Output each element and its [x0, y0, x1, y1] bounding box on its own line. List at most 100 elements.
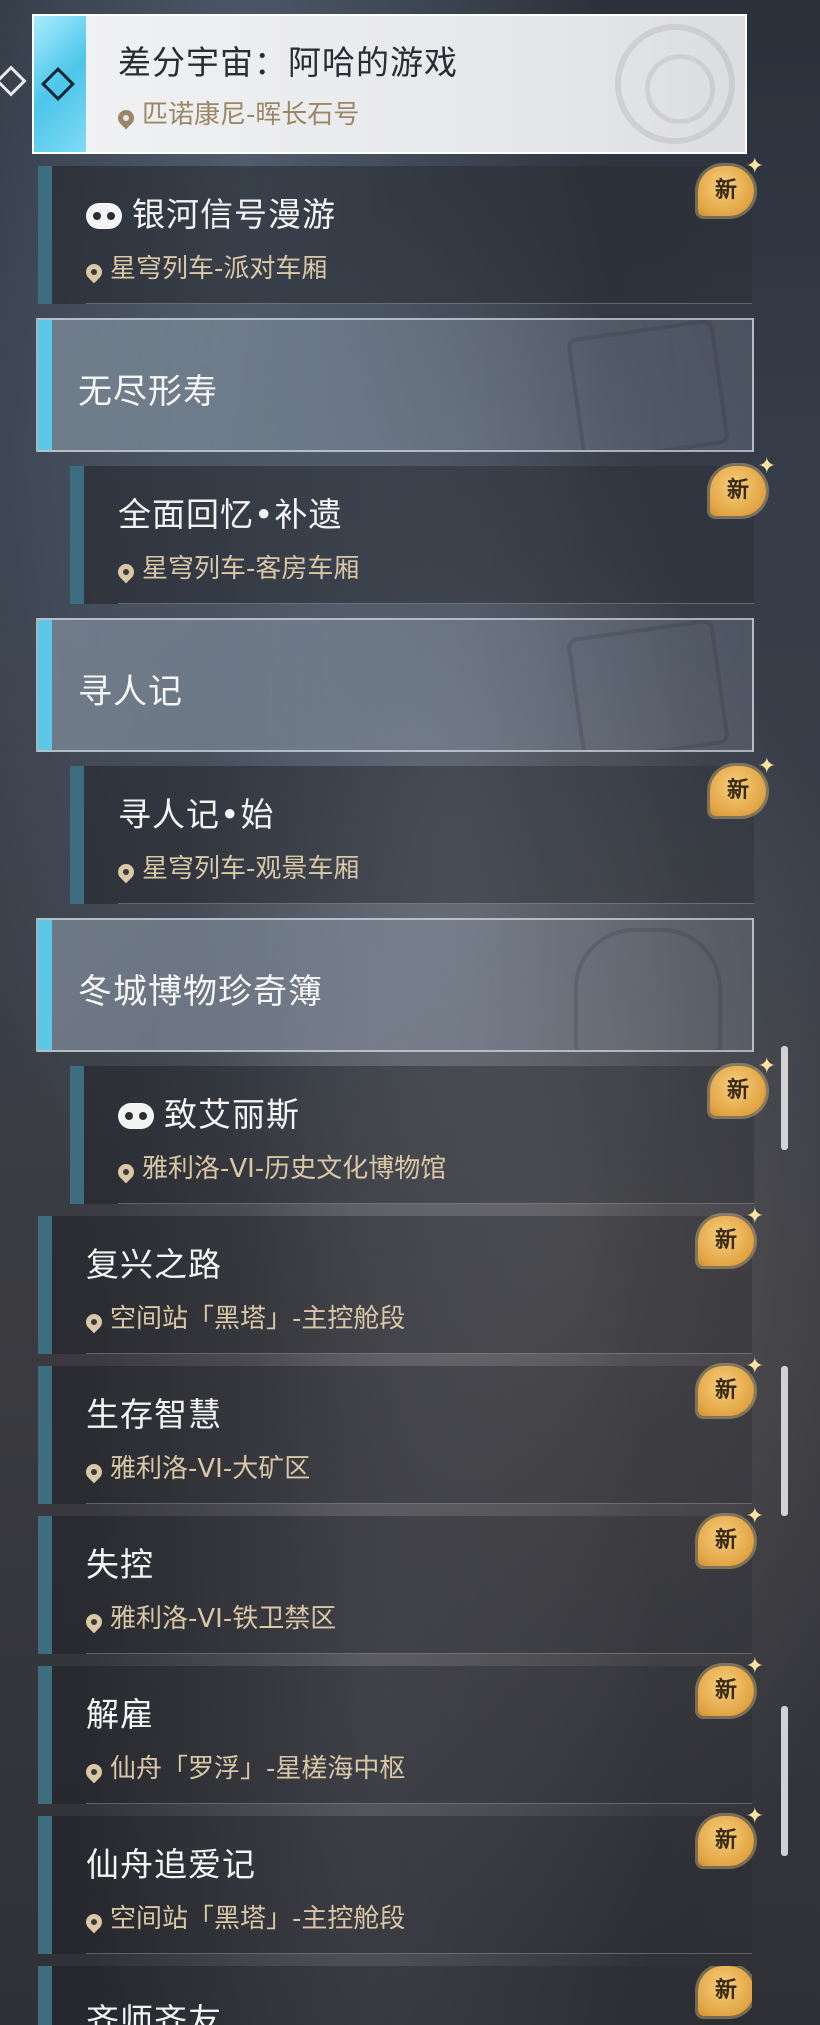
- item-bar: [38, 1966, 52, 2025]
- category-bar: [38, 920, 52, 1050]
- quest-title: 致艾丽斯: [118, 1088, 300, 1136]
- quest-list: 差分宇宙：阿哈的游戏 匹诺康尼-晖长石号 银河信号漫游 星穹列车-派对车厢 新 ✦…: [0, 0, 820, 2025]
- selected-location-text: 匹诺康尼-晖长石号: [142, 100, 360, 130]
- quest-title: 寻人记•始: [118, 795, 275, 834]
- scrollbar-thumb[interactable]: [781, 1706, 788, 1856]
- quest-item-out-of-control[interactable]: 失控 雅利洛-VI-铁卫禁区 新 ✦: [38, 1506, 764, 1654]
- quest-title: 复兴之路: [86, 1245, 222, 1284]
- category-title: 寻人记: [78, 672, 183, 712]
- sparkle-icon: ✦: [745, 1354, 764, 1379]
- location-pin-icon: [82, 1310, 106, 1334]
- item-bar: [38, 1516, 52, 1654]
- location-pin-icon: [114, 860, 138, 884]
- divider: [86, 1503, 752, 1504]
- quest-location: 雅利洛-VI-大矿区: [82, 1448, 311, 1485]
- new-badge: 新 ✦: [710, 1056, 776, 1116]
- quest-title: 解雇: [86, 1695, 154, 1734]
- quest-location: 雅利洛-VI-历史文化博物馆: [114, 1148, 447, 1185]
- badge-label: 新: [714, 178, 737, 203]
- quest-title: 失控: [86, 1545, 154, 1584]
- quest-location-text: 雅利洛-VI-历史文化博物馆: [142, 1154, 447, 1184]
- item-bar: [38, 1666, 52, 1804]
- category-title: 无尽形寿: [78, 372, 218, 412]
- sparkle-icon: ✦: [757, 454, 776, 479]
- location-pin-icon: [114, 106, 138, 130]
- item-bar: [70, 466, 84, 604]
- new-badge: 新 ✦: [698, 1206, 764, 1266]
- selected-quest-location: 匹诺康尼-晖长石号: [114, 94, 360, 131]
- quest-title: 银河信号漫游: [86, 188, 336, 236]
- quest-item-seek-people-start[interactable]: 寻人记•始 星穹列车-观景车厢 新 ✦: [70, 756, 776, 904]
- selected-stripe: [34, 16, 86, 152]
- new-badge: 新 ✦: [698, 1806, 764, 1866]
- item-bar: [70, 1066, 84, 1204]
- quest-location: 星穹列车-观景车厢: [114, 848, 360, 885]
- new-badge: 新 ✦: [698, 156, 764, 216]
- quest-location-text: 空间站「黑塔」-主控舱段: [110, 1304, 406, 1334]
- location-pin-icon: [82, 1610, 106, 1634]
- scrollbar-thumb[interactable]: [781, 1046, 788, 1150]
- category-seek-people[interactable]: 寻人记: [36, 618, 754, 752]
- quest-item-galaxy-signal[interactable]: 银河信号漫游 星穹列车-派对车厢 新 ✦: [38, 156, 764, 304]
- divider: [86, 303, 752, 304]
- quest-location: 空间站「黑塔」-主控舱段: [82, 1898, 406, 1935]
- game-controller-icon: [86, 203, 122, 229]
- new-badge: 新 ✦: [698, 1656, 764, 1716]
- divider: [86, 1803, 752, 1804]
- category-title: 冬城博物珍奇簿: [78, 972, 323, 1012]
- quest-location: 星穹列车-派对车厢: [82, 248, 327, 285]
- divider: [86, 1953, 752, 1954]
- quest-location-text: 空间站「黑塔」-主控舱段: [110, 1904, 406, 1934]
- scrollbar-thumb[interactable]: [781, 1366, 788, 1516]
- selected-quest-title: 差分宇宙：阿哈的游戏: [118, 43, 458, 82]
- category-winter-museum[interactable]: 冬城博物珍奇簿: [36, 918, 754, 1052]
- sparkle-icon: ✦: [745, 154, 764, 179]
- selected-quest-card[interactable]: 差分宇宙：阿哈的游戏 匹诺康尼-晖长石号: [32, 14, 747, 154]
- badge-label: 新: [714, 1228, 737, 1253]
- new-badge: 新: [698, 1966, 752, 2016]
- quest-location-text: 仙舟「罗浮」-星槎海中枢: [110, 1754, 406, 1784]
- sparkle-icon: ✦: [745, 1204, 764, 1229]
- game-controller-icon: [118, 1103, 154, 1129]
- badge-label: 新: [714, 1678, 737, 1703]
- sparkle-icon: ✦: [745, 1504, 764, 1529]
- category-bar: [38, 320, 52, 450]
- new-badge: 新 ✦: [698, 1356, 764, 1416]
- quest-item-dismissal[interactable]: 解雇 仙舟「罗浮」-星槎海中枢 新 ✦: [38, 1656, 764, 1804]
- divider: [86, 1653, 752, 1654]
- quest-item-to-alice[interactable]: 致艾丽斯 雅利洛-VI-历史文化博物馆 新 ✦: [70, 1056, 776, 1204]
- quest-item-partial[interactable]: 齐师齐友 新: [38, 1966, 752, 2025]
- item-bar: [38, 166, 52, 304]
- new-badge: 新 ✦: [710, 456, 776, 516]
- quest-location: 雅利洛-VI-铁卫禁区: [82, 1598, 337, 1635]
- location-pin-icon: [114, 1160, 138, 1184]
- item-bar: [70, 766, 84, 904]
- new-badge: 新 ✦: [698, 1506, 764, 1566]
- quest-location: 空间站「黑塔」-主控舱段: [82, 1298, 406, 1335]
- quest-title: 全面回忆•补遗: [118, 495, 343, 534]
- quest-location-text: 雅利洛-VI-铁卫禁区: [110, 1604, 337, 1634]
- category-endless-life[interactable]: 无尽形寿: [36, 318, 754, 452]
- quest-item-full-recall[interactable]: 全面回忆•补遗 星穹列车-客房车厢 新 ✦: [70, 456, 776, 604]
- location-pin-icon: [82, 1460, 106, 1484]
- new-badge: 新 ✦: [710, 756, 776, 816]
- quest-location-text: 星穹列车-观景车厢: [142, 854, 360, 884]
- quest-item-xianzhou-romance[interactable]: 仙舟追爱记 空间站「黑塔」-主控舱段 新 ✦: [38, 1806, 764, 1954]
- quest-title-text: 致艾丽斯: [164, 1095, 300, 1134]
- item-bar: [38, 1816, 52, 1954]
- divider: [86, 1353, 752, 1354]
- divider: [118, 603, 754, 604]
- quest-location-text: 雅利洛-VI-大矿区: [110, 1454, 311, 1484]
- sparkle-icon: ✦: [757, 1054, 776, 1079]
- badge-label: 新: [714, 1528, 737, 1553]
- scroll-emblem-icon: [565, 620, 731, 750]
- badge-label: 新: [714, 1978, 737, 2003]
- location-pin-icon: [82, 1760, 106, 1784]
- location-pin-icon: [114, 560, 138, 584]
- quest-item-road-to-revival[interactable]: 复兴之路 空间站「黑塔」-主控舱段 新 ✦: [38, 1206, 764, 1354]
- quest-item-survival-wisdom[interactable]: 生存智慧 雅利洛-VI-大矿区 新 ✦: [38, 1356, 764, 1504]
- location-pin-icon: [82, 260, 106, 284]
- sparkle-icon: ✦: [745, 1654, 764, 1679]
- quest-location-text: 星穹列车-客房车厢: [142, 554, 360, 584]
- divider: [118, 1203, 754, 1204]
